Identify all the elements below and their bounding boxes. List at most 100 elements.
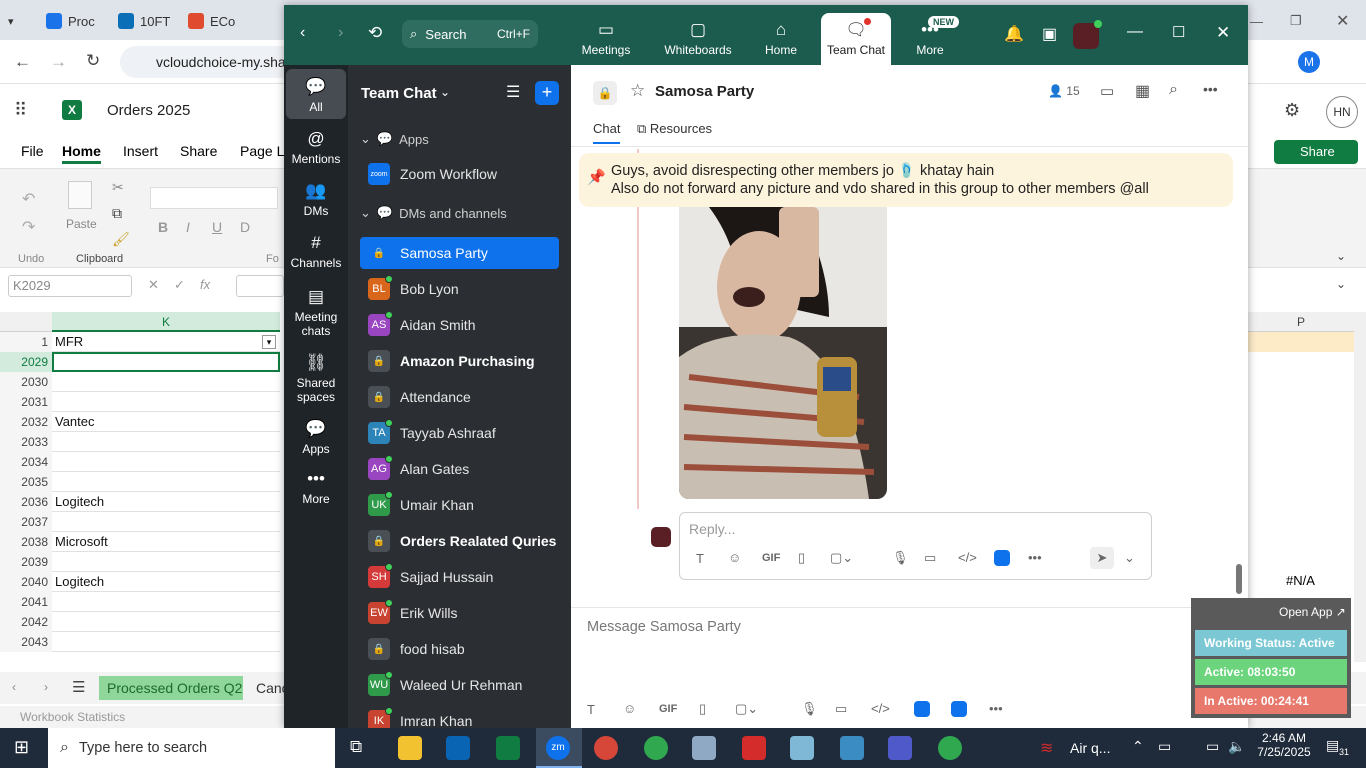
- reply-composer[interactable]: Reply... T ☺ GIF ▯ ▢⌄ 🎙 ▭ </> ••• ➤ ⌄: [679, 512, 1152, 580]
- window-close-icon[interactable]: ✕: [1336, 8, 1349, 34]
- microphone-icon[interactable]: 🎙: [892, 550, 909, 566]
- rail-channels[interactable]: # Channels: [286, 233, 346, 270]
- row-header[interactable]: 2035: [0, 472, 52, 492]
- row-header[interactable]: 2040: [0, 572, 52, 592]
- code-icon[interactable]: </>: [958, 550, 977, 565]
- row-header[interactable]: 2029: [0, 352, 52, 372]
- screenshot-icon[interactable]: ▢⌄: [830, 550, 853, 566]
- history-icon[interactable]: ⟲: [368, 23, 382, 43]
- maximize-icon[interactable]: ☐: [1172, 23, 1185, 41]
- underline-icon[interactable]: U: [212, 219, 222, 235]
- panel-title[interactable]: Team Chat: [361, 85, 437, 102]
- table-cell[interactable]: [52, 472, 280, 492]
- scrollbar-thumb[interactable]: [1236, 564, 1242, 594]
- chrome-icon[interactable]: [644, 736, 668, 760]
- search-bar[interactable]: ⌕ Search Ctrl+F: [402, 20, 538, 48]
- calendar-icon[interactable]: ▦: [1135, 81, 1150, 101]
- nav-home[interactable]: ⌂ Home: [741, 5, 821, 65]
- menu-file[interactable]: File: [21, 143, 44, 159]
- row-header[interactable]: 1: [0, 332, 52, 352]
- message-composer[interactable]: Message Samosa Party T ☺ GIF ▯ ▢⌄ 🎙 ▭ </…: [571, 607, 1248, 728]
- reload-icon[interactable]: ↻: [86, 51, 100, 71]
- list-item[interactable]: EW Erik Wills: [360, 597, 559, 629]
- browser-tab[interactable]: Proc: [46, 8, 95, 34]
- row-header[interactable]: 2041: [0, 592, 52, 612]
- file-explorer-icon[interactable]: [398, 736, 422, 760]
- select-all-corner[interactable]: [0, 312, 52, 332]
- app-icon[interactable]: [840, 736, 864, 760]
- panel-dropdown-icon[interactable]: ⌄: [440, 85, 450, 99]
- prev-sheet-icon[interactable]: ‹: [12, 680, 16, 694]
- gift-icon[interactable]: ▣: [1042, 24, 1057, 44]
- emoji-icon[interactable]: ☺: [728, 550, 741, 565]
- menu-home[interactable]: Home: [62, 143, 101, 164]
- app-icon[interactable]: [790, 736, 814, 760]
- whiteboard-share-icon[interactable]: [951, 701, 967, 717]
- members-button[interactable]: 👤 15: [1048, 84, 1080, 98]
- table-cell[interactable]: [52, 592, 280, 612]
- reply-input[interactable]: Reply...: [689, 521, 735, 537]
- forward-icon[interactable]: →: [50, 52, 67, 72]
- copy-icon[interactable]: ⧉: [112, 205, 122, 222]
- close-icon[interactable]: ✕: [1216, 23, 1230, 43]
- forward-icon[interactable]: ›: [338, 24, 343, 42]
- rail-apps[interactable]: 💬 Apps: [286, 419, 346, 456]
- text-format-icon[interactable]: T: [696, 551, 704, 566]
- tab-list-button[interactable]: ▾: [8, 8, 14, 34]
- format-painter-icon[interactable]: 🖌: [112, 231, 130, 248]
- row-header[interactable]: 2036: [0, 492, 52, 512]
- column-header-k[interactable]: K: [52, 312, 280, 332]
- row-header[interactable]: 2038: [0, 532, 52, 552]
- screenshot-icon[interactable]: ▢⌄: [735, 701, 758, 717]
- tab-resources[interactable]: ⧉ Resources: [637, 121, 712, 137]
- table-cell[interactable]: [52, 512, 280, 532]
- zoom-taskbar-button[interactable]: zm: [536, 728, 582, 768]
- list-item-zoom-workflow[interactable]: zoom Zoom Workflow: [360, 158, 559, 190]
- filezilla-icon[interactable]: [742, 736, 766, 760]
- row-header[interactable]: 2031: [0, 392, 52, 412]
- browser-tab[interactable]: 10FT: [118, 8, 170, 34]
- ribbon-expand-icon[interactable]: ⌄: [1336, 249, 1346, 263]
- sheet-tab-processed-orders[interactable]: Processed Orders Q2: [99, 676, 243, 700]
- cut-icon[interactable]: ✂: [112, 179, 124, 196]
- workbook-statistics[interactable]: Workbook Statistics: [20, 710, 125, 724]
- double-underline-icon[interactable]: D: [240, 219, 250, 235]
- table-cell[interactable]: Logitech: [52, 492, 280, 512]
- video-message-icon[interactable]: ▭: [835, 701, 847, 717]
- paste-label[interactable]: Paste: [66, 217, 97, 231]
- message-input[interactable]: Message Samosa Party: [587, 619, 741, 635]
- workbook-title[interactable]: Orders 2025: [107, 102, 190, 119]
- tab-chat[interactable]: Chat: [593, 121, 621, 144]
- more-dots-icon[interactable]: •••: [1203, 81, 1218, 97]
- nav-whiteboards[interactable]: ▢ Whiteboards: [654, 5, 742, 65]
- file-icon[interactable]: ▯: [798, 550, 805, 566]
- table-cell[interactable]: [52, 552, 280, 572]
- rail-dms[interactable]: 👥 DMs: [286, 181, 346, 218]
- message-scrollbar[interactable]: [1235, 149, 1243, 601]
- gif-icon[interactable]: GIF: [762, 552, 780, 564]
- minimize-icon[interactable]: —: [1127, 23, 1143, 41]
- filter-dropdown-icon[interactable]: ▾: [262, 335, 276, 349]
- chevron-down-icon[interactable]: ⌄: [1124, 550, 1135, 566]
- task-view-icon[interactable]: ⧉: [350, 737, 362, 757]
- app-launcher-icon[interactable]: ⠿: [14, 100, 27, 121]
- formula-input[interactable]: [236, 275, 284, 297]
- redo-icon[interactable]: ↷: [22, 217, 35, 237]
- battery-icon[interactable]: ▭: [1158, 738, 1171, 755]
- list-item[interactable]: AG Alan Gates: [360, 453, 559, 485]
- rail-more[interactable]: ••• More: [286, 469, 346, 506]
- window-minimize-icon[interactable]: —: [1250, 8, 1263, 34]
- table-cell[interactable]: [52, 372, 280, 392]
- star-icon[interactable]: ☆: [630, 81, 645, 101]
- chrome-icon[interactable]: [938, 736, 962, 760]
- name-box[interactable]: K2029: [8, 275, 132, 297]
- calculator-icon[interactable]: [692, 736, 716, 760]
- search-icon[interactable]: ⌕: [1169, 81, 1178, 99]
- column-header-p[interactable]: P: [1248, 312, 1354, 332]
- network-icon[interactable]: ▭: [1206, 738, 1219, 755]
- zoom-app-icon[interactable]: [914, 701, 930, 717]
- dm-section-header[interactable]: ⌄ 💬 DMs and channels: [360, 205, 507, 221]
- gif-icon[interactable]: GIF: [659, 703, 677, 715]
- microphone-icon[interactable]: 🎙: [801, 701, 818, 717]
- list-item[interactable]: WU Waleed Ur Rehman: [360, 669, 559, 701]
